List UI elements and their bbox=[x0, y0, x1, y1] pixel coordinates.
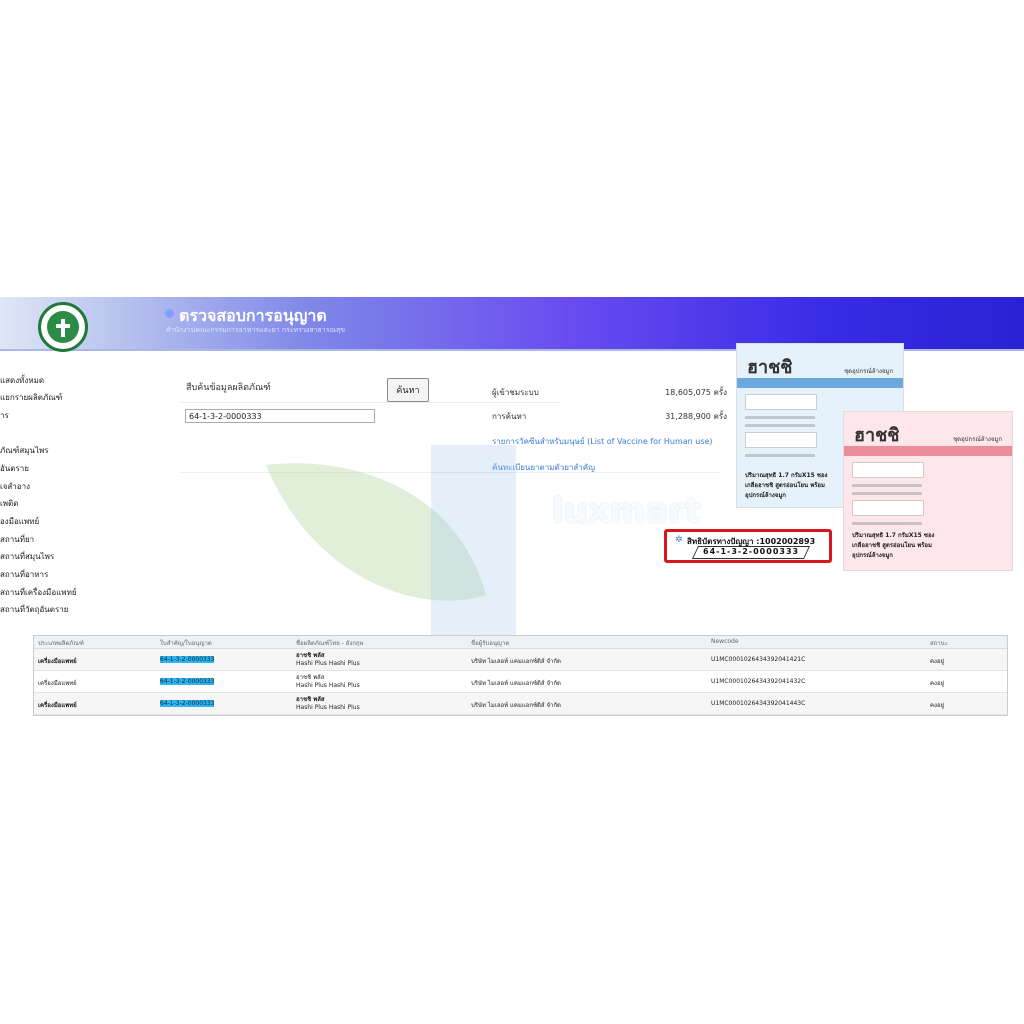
cell-type: เครื่องมือแพทย์ bbox=[38, 680, 77, 687]
search-label: สืบค้นข้อมูลผลิตภัณฑ์ bbox=[186, 383, 271, 393]
star-icon: ✲ bbox=[675, 535, 683, 545]
cell-status: คงอยู่ bbox=[930, 702, 945, 709]
sidebar-item-device-premises[interactable]: สถานที่เครื่องมือแพทย์ bbox=[0, 586, 77, 599]
product-brand: ฮาชชิ bbox=[747, 357, 793, 378]
license-number: 64-1-3-2-0000333 bbox=[703, 547, 800, 556]
sidebar-item-by-product[interactable]: แยกรายผลิตภัณฑ์ bbox=[0, 391, 62, 404]
searches-value: 31,288,900 ครั้ง bbox=[665, 412, 727, 421]
header-banner bbox=[0, 297, 1024, 349]
cell-name-th: ฮาชชิ พลัส bbox=[296, 652, 325, 659]
sidebar-item-drug-premises[interactable]: สถานที่ยา bbox=[0, 533, 34, 546]
sidebar-item-cosmetics[interactable]: เจสำอาง bbox=[0, 480, 30, 493]
watermark-leaf-icon bbox=[266, 445, 516, 655]
title-bullet-icon bbox=[165, 309, 174, 318]
cell-newcode: U1MC0001026434392041421C bbox=[711, 656, 806, 663]
product-qty: ปริมาณสุทธิ 1.7 กรัมX15 ซอง bbox=[745, 472, 828, 479]
license-callout: ✲ สิทธิบัตรทางปัญญา :1002002893 64-1-3-2… bbox=[664, 529, 832, 563]
cell-license[interactable]: 64-1-3-2-0000333 bbox=[160, 678, 215, 685]
column-header-license[interactable]: ใบสำคัญ/ใบอนุญาต bbox=[160, 638, 212, 648]
sidebar-item-herbal-premises[interactable]: สถานที่สมุนไพร bbox=[0, 550, 54, 563]
results-table: ประเภทผลิตภัณฑ์ ใบสำคัญ/ใบอนุญาต ชื่อผลิ… bbox=[33, 635, 1008, 716]
product-brand: ฮาชชิ bbox=[854, 425, 900, 446]
column-header-name[interactable]: ชื่อผลิตภัณฑ์ไทย - อังกฤษ bbox=[296, 638, 364, 648]
sidebar-item-hazardous-premises[interactable]: สถานที่วัตถุอันตราย bbox=[0, 603, 68, 616]
cell-name-en: Hashi Plus Hashi Plus bbox=[296, 682, 360, 689]
cell-newcode: U1MC0001026434392041443C bbox=[711, 700, 806, 707]
cell-license[interactable]: 64-1-3-2-0000333 bbox=[160, 700, 215, 707]
sidebar-item-medical-device[interactable]: องมือแพทย์ bbox=[0, 515, 39, 528]
divider bbox=[180, 402, 560, 403]
searches-label: การค้นหา bbox=[492, 412, 527, 421]
page-subtitle: สำนักงานคณะกรรมการอาหารและยา กระทรวงสาธา… bbox=[166, 326, 346, 334]
table-header: ประเภทผลิตภัณฑ์ ใบสำคัญ/ใบอนุญาต ชื่อผลิ… bbox=[34, 636, 1007, 649]
visitors-value: 18,605,075 ครั้ง bbox=[665, 388, 727, 397]
cell-name: ฮาชชิ พลัส Hashi Plus Hashi Plus bbox=[296, 652, 360, 668]
sidebar-item-herbal-product[interactable]: ภัณฑ์สมุนไพร bbox=[0, 444, 49, 457]
cell-name-th: ฮาชชิ พลัส bbox=[296, 674, 325, 681]
sidebar-item-narcotics[interactable]: เพติด bbox=[0, 497, 18, 510]
cell-type: เครื่องมือแพทย์ bbox=[38, 702, 77, 709]
product-kit-label: ชุดอุปกรณ์ล้างจมูก bbox=[844, 368, 893, 375]
sidebar-item-food-premises[interactable]: สถานที่อาหาร bbox=[0, 568, 48, 581]
product-salt-label: เกลือฮาชชิ สูตรอ่อนโยน พร้อมอุปกรณ์ล้างจ… bbox=[745, 482, 825, 499]
sidebar-item-hazardous[interactable]: อันตราย bbox=[0, 462, 29, 475]
table-row[interactable]: เครื่องมือแพทย์ 64-1-3-2-0000333 ฮาชชิ พ… bbox=[34, 649, 1007, 671]
cell-name: ฮาชชิ พลัส Hashi Plus Hashi Plus bbox=[296, 674, 360, 690]
table-row[interactable]: เครื่องมือแพทย์ 64-1-3-2-0000333 ฮาชชิ พ… bbox=[34, 671, 1007, 693]
cell-holder: บริษัท ไมเลอท์ แคมแอกซ์ดิส์ จำกัด bbox=[471, 702, 561, 709]
cell-newcode: U1MC0001026434392041432C bbox=[711, 678, 806, 685]
cell-type: เครื่องมือแพทย์ bbox=[38, 658, 77, 665]
visitors-label: ผู้เข้าชมระบบ bbox=[492, 388, 539, 397]
search-button[interactable]: ค้นหา bbox=[387, 378, 429, 402]
product-salt-label: เกลือฮาชชิ สูตรอ่อนโยน พร้อมอุปกรณ์ล้างจ… bbox=[852, 542, 932, 559]
table-row[interactable]: เครื่องมือแพทย์ 64-1-3-2-0000333 ฮาชชิ พ… bbox=[34, 693, 1007, 715]
column-header-holder[interactable]: ชื่อผู้รับอนุญาต bbox=[471, 638, 509, 648]
cell-license[interactable]: 64-1-3-2-0000333 bbox=[160, 656, 215, 663]
cell-name-th: ฮาชชิ พลัส bbox=[296, 696, 325, 703]
watermark-text: luxmart bbox=[552, 491, 702, 531]
cell-holder: บริษัท ไมเลอท์ แคมแอกซ์ดิส์ จำกัด bbox=[471, 658, 561, 665]
ministry-logo-icon[interactable] bbox=[38, 302, 88, 352]
product-image-pink: ฮาชชิ ชุดอุปกรณ์ล้างจมูก ปริมาณสุทธิ 1.7… bbox=[843, 411, 1013, 571]
column-header-status[interactable]: สถานะ bbox=[930, 638, 948, 648]
product-kit-label: ชุดอุปกรณ์ล้างจมูก bbox=[953, 436, 1002, 443]
cell-status: คงอยู่ bbox=[930, 680, 945, 687]
cell-holder: บริษัท ไมเลอท์ แคมแอกซ์ดิส์ จำกัด bbox=[471, 680, 561, 687]
search-input[interactable] bbox=[185, 409, 375, 423]
cell-name: ฮาชชิ พลัส Hashi Plus Hashi Plus bbox=[296, 696, 360, 712]
cell-name-en: Hashi Plus Hashi Plus bbox=[296, 704, 360, 711]
cell-status: คงอยู่ bbox=[930, 658, 945, 665]
sidebar-item-food[interactable]: าร bbox=[0, 409, 9, 422]
column-header-type[interactable]: ประเภทผลิตภัณฑ์ bbox=[38, 638, 84, 648]
product-qty: ปริมาณสุทธิ 1.7 กรัมX15 ซอง bbox=[852, 532, 935, 539]
sidebar-item-all[interactable]: แสดงทั้งหมด bbox=[0, 374, 44, 387]
column-header-newcode[interactable]: Newcode bbox=[711, 638, 739, 645]
cell-name-en: Hashi Plus Hashi Plus bbox=[296, 660, 360, 667]
